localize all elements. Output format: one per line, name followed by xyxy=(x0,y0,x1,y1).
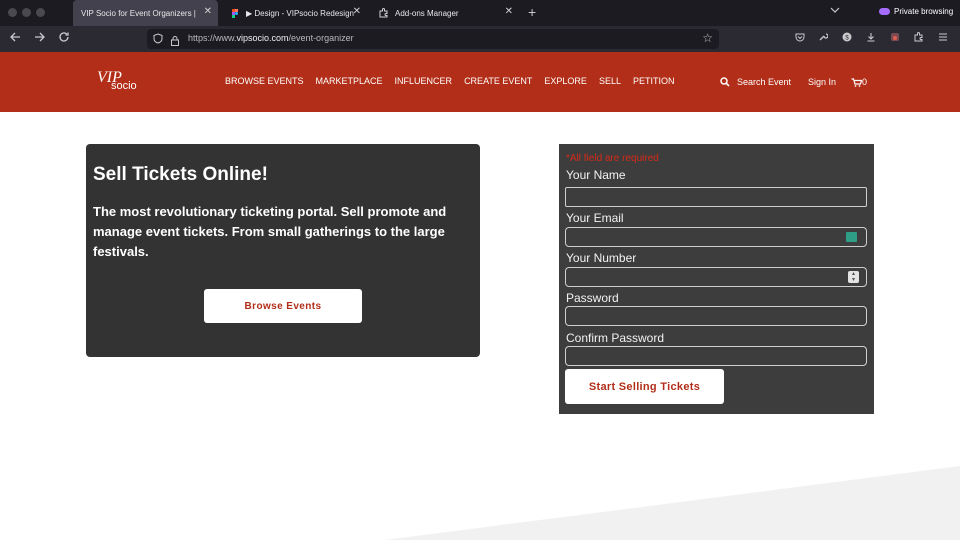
lock-icon[interactable] xyxy=(171,33,179,46)
bookmark-star-icon[interactable]: ☆ xyxy=(702,31,713,45)
required-fields-note: *All field are required xyxy=(566,153,659,164)
extension-s-icon[interactable]: $ xyxy=(842,32,852,46)
url-text[interactable]: https://www.vipsocio.com/event-organizer xyxy=(188,33,354,43)
window-minimize-dot[interactable] xyxy=(22,8,31,17)
window-close-dot[interactable] xyxy=(8,8,17,17)
start-selling-tickets-button[interactable]: Start Selling Tickets xyxy=(565,369,724,404)
cart-icon xyxy=(851,77,862,87)
window-zoom-dot[interactable] xyxy=(36,8,45,17)
tab-title: VIP Socio for Event Organizers | xyxy=(81,8,196,18)
url-path: /event-organizer xyxy=(288,33,354,43)
hero-title: Sell Tickets Online! xyxy=(93,164,268,185)
confirm-password-input[interactable] xyxy=(565,346,867,366)
wrench-icon[interactable] xyxy=(818,32,829,46)
new-tab-button[interactable]: + xyxy=(528,4,536,20)
url-domain: vipsocio.com xyxy=(236,33,289,43)
nav-explore[interactable]: EXPLORE xyxy=(544,76,587,86)
tab-figma-design[interactable]: ▶ Design - VIPsocio Redesign | ✕ xyxy=(222,0,367,26)
tab-vip-socio[interactable]: VIP Socio for Event Organizers | ✕ xyxy=(73,0,218,26)
extensions-puzzle-icon[interactable] xyxy=(914,32,924,46)
search-event-label: Search Event xyxy=(737,77,792,87)
password-input[interactable] xyxy=(565,306,867,326)
search-icon xyxy=(720,77,730,87)
reload-icon[interactable] xyxy=(58,31,70,46)
shield-icon[interactable] xyxy=(153,33,163,47)
browse-events-button[interactable]: Browse Events xyxy=(204,289,362,323)
hero-description: The most revolutionary ticketing portal.… xyxy=(93,204,447,259)
private-browsing-label: Private browsing xyxy=(894,7,954,16)
back-arrow-icon[interactable] xyxy=(9,31,21,46)
figma-icon xyxy=(230,8,240,18)
nav-marketplace[interactable]: MARKETPLACE xyxy=(316,76,383,86)
close-icon[interactable]: ✕ xyxy=(204,7,212,17)
chevron-down-icon[interactable] xyxy=(830,5,840,17)
decorative-background-wedge xyxy=(385,466,960,540)
close-icon[interactable]: ✕ xyxy=(353,7,361,17)
confirm-password-label: Confirm Password xyxy=(566,331,665,345)
sign-in-link[interactable]: Sign In xyxy=(808,77,836,87)
cart-link[interactable]: 0 xyxy=(851,77,867,87)
password-label: Password xyxy=(566,291,619,305)
extension-badge-icon[interactable] xyxy=(890,32,900,46)
browser-toolbar: https://www.vipsocio.com/event-organizer… xyxy=(0,26,960,52)
email-input[interactable] xyxy=(565,227,867,247)
name-label: Your Name xyxy=(566,168,626,182)
search-event-link[interactable]: Search Event xyxy=(720,77,791,87)
nav-influencer[interactable]: INFLUENCER xyxy=(395,76,453,86)
name-input[interactable] xyxy=(565,187,867,207)
main-nav: BROWSE EVENTS MARKETPLACE INFLUENCER CRE… xyxy=(225,76,686,86)
address-bar[interactable]: https://www.vipsocio.com/event-organizer… xyxy=(147,29,719,49)
forward-arrow-icon[interactable] xyxy=(34,31,46,46)
email-label: Your Email xyxy=(566,211,624,225)
tab-title: Add-ons Manager xyxy=(395,8,459,18)
organizer-signup-form: *All field are required Your Name Your E… xyxy=(559,144,874,414)
number-stepper-icon[interactable]: ▴ ▾ xyxy=(848,271,859,283)
number-label: Your Number xyxy=(566,251,637,265)
nav-petition[interactable]: PETITION xyxy=(633,76,675,86)
download-icon[interactable] xyxy=(866,32,876,46)
cart-count: 0 xyxy=(862,77,868,87)
number-input[interactable]: ▴ ▾ xyxy=(565,267,867,287)
close-icon[interactable]: ✕ xyxy=(505,7,513,17)
logo-socio-text: socio xyxy=(111,80,137,92)
tab-title: ▶ Design - VIPsocio Redesign | xyxy=(246,8,354,18)
browser-tab-strip: VIP Socio for Event Organizers | ✕ ▶ Des… xyxy=(0,0,960,26)
nav-create-event[interactable]: CREATE EVENT xyxy=(464,76,532,86)
private-mask-icon xyxy=(879,8,890,15)
autofill-keyboard-icon[interactable] xyxy=(846,232,857,242)
private-browsing-indicator: Private browsing xyxy=(879,7,953,16)
nav-browse-events[interactable]: BROWSE EVENTS xyxy=(225,76,304,86)
hero-card: Sell Tickets Online! The most revolution… xyxy=(86,144,480,357)
url-prefix: https://www. xyxy=(188,33,237,43)
nav-sell[interactable]: SELL xyxy=(599,76,621,86)
pocket-icon[interactable] xyxy=(795,32,805,46)
puzzle-icon xyxy=(379,8,389,18)
tab-addons-manager[interactable]: Add-ons Manager ✕ xyxy=(371,0,519,26)
hamburger-menu-icon[interactable] xyxy=(938,32,948,46)
site-header: VIP socio BROWSE EVENTS MARKETPLACE INFL… xyxy=(0,52,960,112)
